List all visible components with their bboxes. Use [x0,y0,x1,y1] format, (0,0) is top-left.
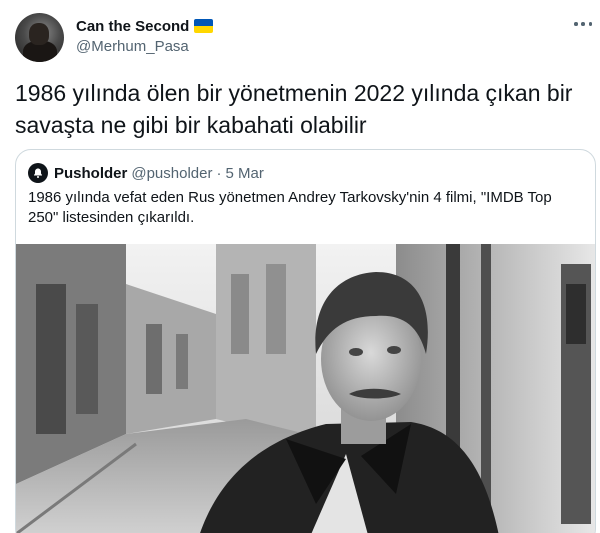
author-name-row: Can the Second [76,16,214,36]
quoted-author-avatar[interactable] [28,163,48,183]
quoted-tweet-date[interactable]: 5 Mar [225,165,263,182]
tweet-text: 1986 yılında ölen bir yönetmenin 2022 yı… [15,80,573,138]
separator-dot: · [216,164,222,182]
author-display-name[interactable]: Can the Second [76,18,189,35]
quoted-tweet[interactable]: Pusholder @pusholder · 5 Mar 1986 yılınd… [15,149,596,533]
author-avatar[interactable] [15,13,64,62]
quoted-tweet-header: Pusholder @pusholder · 5 Mar [28,162,264,184]
ukraine-flag-icon [194,19,214,33]
author-handle[interactable]: @Merhum_Pasa [76,38,189,55]
more-options-icon[interactable] [574,18,592,30]
bell-icon [34,168,42,178]
quoted-tweet-text: 1986 yılında vefat eden Rus yönetmen And… [28,189,552,226]
quoted-author-handle[interactable]: @pusholder [131,165,212,182]
tweet: Can the Second @Merhum_Pasa 1986 yılında… [0,0,600,533]
quoted-tweet-photo[interactable] [16,244,595,533]
quoted-author-display-name[interactable]: Pusholder [54,165,127,182]
